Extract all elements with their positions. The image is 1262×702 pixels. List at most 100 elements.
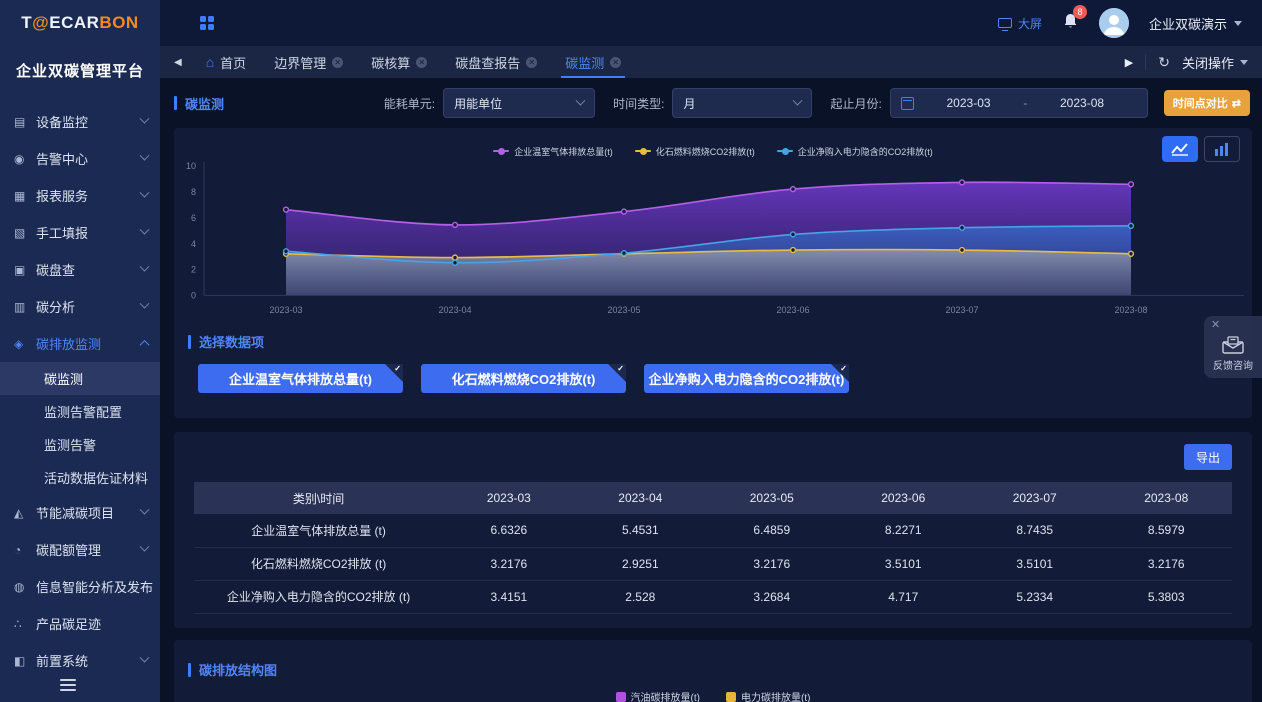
close-icon[interactable]: ✕ — [610, 57, 621, 68]
sidebar-item-manual-entry[interactable]: ▧ 手工填报 — [0, 214, 160, 251]
col-category: 类别\时间 — [194, 482, 443, 514]
table-row: 化石燃料燃烧CO2排放 (t) 3.2176 2.9251 3.2176 3.5… — [194, 547, 1232, 580]
sidebar-subitem-carbon-monitoring[interactable]: 碳监测 — [0, 362, 160, 395]
notification-badge: 8 — [1073, 5, 1087, 19]
tab-label: 边界管理 — [274, 53, 326, 72]
close-icon[interactable]: ✕ — [332, 57, 343, 68]
brand-logo[interactable]: T @ ECAR BON — [0, 0, 160, 46]
sidebar-subitem-alert-config[interactable]: 监测告警配置 — [0, 395, 160, 428]
sidebar-item-label: 碳分析 — [36, 297, 141, 316]
sidebar-item-device-monitoring[interactable]: ▤ 设备监控 — [0, 103, 160, 140]
sidebar-subitem-activity-evidence[interactable]: 活动数据佐证材料 — [0, 461, 160, 494]
chart-legend-item[interactable]: 企业净购入电力隐含的CO2排放(t) — [777, 145, 933, 158]
cell-value: 3.4151 — [443, 580, 574, 613]
sidebar-item-report-service[interactable]: ▦ 报表服务 — [0, 177, 160, 214]
sidebar-item-label: 碳配额管理 — [36, 540, 141, 559]
tabs-scroll-left-icon[interactable]: ◀ — [174, 46, 182, 78]
sidebar-item-carbon-analysis[interactable]: ▥ 碳分析 — [0, 288, 160, 325]
cell-value: 6.4859 — [706, 514, 837, 547]
structure-title-text: 碳排放结构图 — [199, 660, 277, 679]
cell-value: 8.2271 — [838, 514, 969, 547]
tab-home[interactable]: ⌂ 首页 — [192, 46, 260, 78]
sidebar-item-alarm-center[interactable]: ◉ 告警中心 — [0, 140, 160, 177]
checked-corner-icon — [608, 364, 626, 382]
energy-unit-select[interactable]: 用能单位 — [443, 88, 595, 118]
notifications-button[interactable]: 8 — [1062, 12, 1079, 35]
legend-item-electricity[interactable]: 电力碳排放量(t) — [726, 689, 810, 702]
page-content: 碳监测 能耗单元: 用能单位 时间类型: 月 起止月份: — [160, 78, 1262, 702]
sidebar-subitem-monitoring-alerts[interactable]: 监测告警 — [0, 428, 160, 461]
time-compare-button[interactable]: 时间点对比 ⇄ — [1164, 90, 1250, 116]
big-screen-button[interactable]: 大屏 — [998, 15, 1042, 32]
month-range-picker[interactable]: 2023-03 - 2023-08 — [890, 88, 1148, 118]
line-chart-toggle[interactable] — [1162, 136, 1198, 162]
refresh-icon[interactable]: ↻ — [1158, 54, 1170, 71]
table-header-row: 类别\时间 2023-03 2023-04 2023-05 2023-06 20… — [194, 482, 1232, 514]
svg-text:2023-06: 2023-06 — [776, 305, 809, 315]
close-operations-menu[interactable]: 关闭操作 — [1182, 53, 1248, 72]
feedback-widget[interactable]: ✕ 反馈咨询 — [1204, 316, 1262, 378]
data-item-purchased-electricity-co2[interactable]: 企业净购入电力隐含的CO2排放(t) — [644, 364, 849, 393]
sidebar-item-carbon-inventory[interactable]: ▣ 碳盘查 — [0, 251, 160, 288]
structure-legend: 汽油碳排放量(t) 电力碳排放量(t) — [174, 689, 1252, 702]
time-type-select[interactable]: 月 — [672, 88, 812, 118]
close-icon[interactable]: ✕ — [526, 57, 537, 68]
emissions-chart[interactable]: 02468102023-032023-042023-052023-062023-… — [174, 160, 1252, 320]
legend-item-gasoline[interactable]: 汽油碳排放量(t) — [616, 689, 700, 702]
export-button[interactable]: 导出 — [1184, 444, 1232, 470]
data-item-buttons: 企业温室气体排放总量(t) 化石燃料燃烧CO2排放(t) 企业净购入电力隐含的C… — [198, 364, 1252, 393]
tab-boundary-management[interactable]: 边界管理 ✕ — [260, 46, 357, 78]
table-row: 企业净购入电力隐含的CO2排放 (t) 3.4151 2.528 3.2684 … — [194, 580, 1232, 613]
chart-legend-item[interactable]: 企业温室气体排放总量(t) — [493, 145, 613, 158]
row-label: 企业净购入电力隐含的CO2排放 (t) — [194, 580, 443, 613]
app-root: T @ ECAR BON 企业双碳管理平台 ▤ 设备监控 ◉ 告警中心 ▦ 报表… — [0, 0, 1262, 702]
avatar[interactable] — [1099, 8, 1129, 38]
cell-value: 3.2176 — [443, 547, 574, 580]
data-item-fossil-co2[interactable]: 化石燃料燃烧CO2排放(t) — [421, 364, 626, 393]
tab-label: 碳核算 — [371, 53, 410, 72]
sidebar-item-front-system[interactable]: ◧ 前置系统 — [0, 642, 160, 679]
sidebar-item-product-footprint[interactable]: ∴ 产品碳足迹 — [0, 605, 160, 642]
cell-value: 3.5101 — [838, 547, 969, 580]
cell-value: 5.2334 — [969, 580, 1100, 613]
col-month: 2023-07 — [969, 482, 1100, 514]
tab-label: 碳盘查报告 — [455, 53, 520, 72]
page-title-text: 碳监测 — [185, 94, 224, 113]
bar-chart-toggle[interactable] — [1204, 136, 1240, 162]
legend-label: 电力碳排放量(t) — [741, 689, 810, 702]
cell-value: 8.7435 — [969, 514, 1100, 547]
sidebar-item-label: 碳排放监测 — [36, 334, 141, 353]
range-end-value: 2023-08 — [1027, 96, 1137, 110]
legend-label: 汽油碳排放量(t) — [631, 689, 700, 702]
data-item-ghg-total[interactable]: 企业温室气体排放总量(t) — [198, 364, 403, 393]
collapse-menu-icon[interactable] — [60, 679, 76, 694]
tab-carbon-monitoring[interactable]: 碳监测 ✕ — [551, 46, 635, 78]
divider — [1145, 54, 1146, 70]
platform-title: 企业双碳管理平台 — [0, 60, 160, 81]
logo-at-icon: @ — [32, 13, 49, 33]
sidebar-item-info-analysis[interactable]: ◍ 信息智能分析及发布 — [0, 568, 160, 605]
apps-grid-icon[interactable] — [200, 16, 214, 30]
tabs-scroll-right-icon[interactable]: ▶ — [1125, 56, 1133, 69]
svg-text:2: 2 — [191, 265, 196, 275]
checked-corner-icon — [385, 364, 403, 382]
emission-monitoring-icon: ◈ — [14, 337, 36, 351]
sidebar-item-energy-saving-projects[interactable]: ◭ 节能减碳项目 — [0, 494, 160, 531]
chevron-down-icon — [140, 262, 150, 272]
close-operations-label: 关闭操作 — [1182, 53, 1234, 72]
col-month: 2023-08 — [1100, 482, 1232, 514]
chevron-down-icon — [140, 542, 150, 552]
chevron-down-icon — [140, 225, 150, 235]
emissions-chart-panel: 企业温室气体排放总量(t) 化石燃料燃烧CO2排放(t) 企业净购入电力隐含的C… — [174, 128, 1252, 418]
sidebar-item-emission-monitoring[interactable]: ◈ 碳排放监测 — [0, 325, 160, 362]
sidebar-item-quota-management[interactable]: ◔ 碳配额管理 — [0, 531, 160, 568]
tab-carbon-accounting[interactable]: 碳核算 ✕ — [357, 46, 441, 78]
tab-inventory-report[interactable]: 碳盘查报告 ✕ — [441, 46, 551, 78]
sidebar-item-label: 报表服务 — [36, 186, 141, 205]
chart-legend-item[interactable]: 化石燃料燃烧CO2排放(t) — [635, 145, 755, 158]
close-icon[interactable]: ✕ — [1211, 318, 1220, 331]
user-menu[interactable]: 企业双碳演示 — [1149, 14, 1242, 33]
big-screen-label: 大屏 — [1018, 15, 1042, 32]
close-icon[interactable]: ✕ — [416, 57, 427, 68]
monitor-icon — [998, 18, 1012, 28]
